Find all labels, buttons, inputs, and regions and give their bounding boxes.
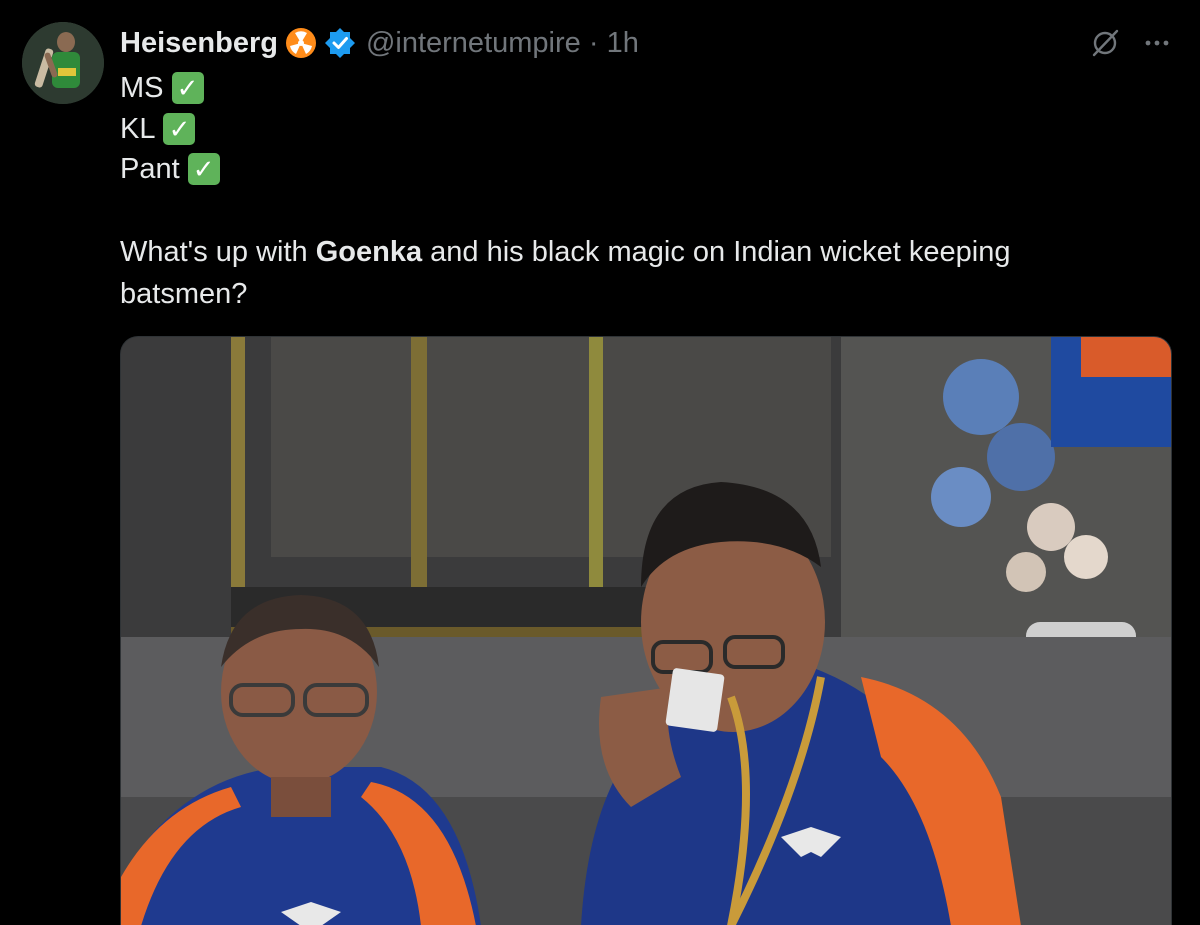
checklist-item: KL ✓	[120, 109, 1120, 150]
tweet-media-photo[interactable]	[120, 336, 1172, 925]
radioactive-badge-icon	[285, 27, 317, 59]
photo-illustration	[121, 337, 1171, 925]
tweet-paragraph: What's up with Goenka and his black magi…	[120, 231, 1120, 315]
display-name[interactable]: Heisenberg	[120, 27, 278, 60]
more-options-icon[interactable]	[1142, 28, 1172, 58]
handle-meta: @internetumpire · 1h	[366, 27, 639, 60]
checklist-item: MS ✓	[120, 68, 1120, 109]
checklist-label: Pant	[120, 153, 180, 185]
check-mark-icon: ✓	[187, 153, 220, 186]
avatar[interactable]	[22, 22, 104, 104]
checklist-label: KL	[120, 112, 156, 145]
checklist-label: MS	[120, 72, 164, 104]
check-mark-icon: ✓	[171, 72, 204, 105]
tweet-text: MS ✓ KL ✓ Pant ✓ What's up with Goenka a…	[120, 68, 1120, 315]
check-mark-icon: ✓	[163, 112, 196, 145]
handle[interactable]: @internetumpire	[366, 27, 581, 59]
avatar-image	[22, 22, 104, 104]
meta-separator: ·	[588, 26, 599, 59]
tweet-actions-top	[1090, 22, 1172, 64]
checklist-item: Pant ✓	[120, 149, 1120, 190]
tweet: Heisenberg @internetumpire · 1h MS ✓ KL …	[0, 0, 1200, 925]
para-text-before: What's up with	[120, 235, 316, 268]
tweet-header: Heisenberg @internetumpire · 1h	[120, 22, 639, 64]
verified-badge-icon	[324, 27, 356, 59]
grok-icon[interactable]	[1090, 28, 1120, 58]
timestamp[interactable]: 1h	[607, 27, 639, 59]
para-bold-name: Goenka	[315, 235, 423, 268]
